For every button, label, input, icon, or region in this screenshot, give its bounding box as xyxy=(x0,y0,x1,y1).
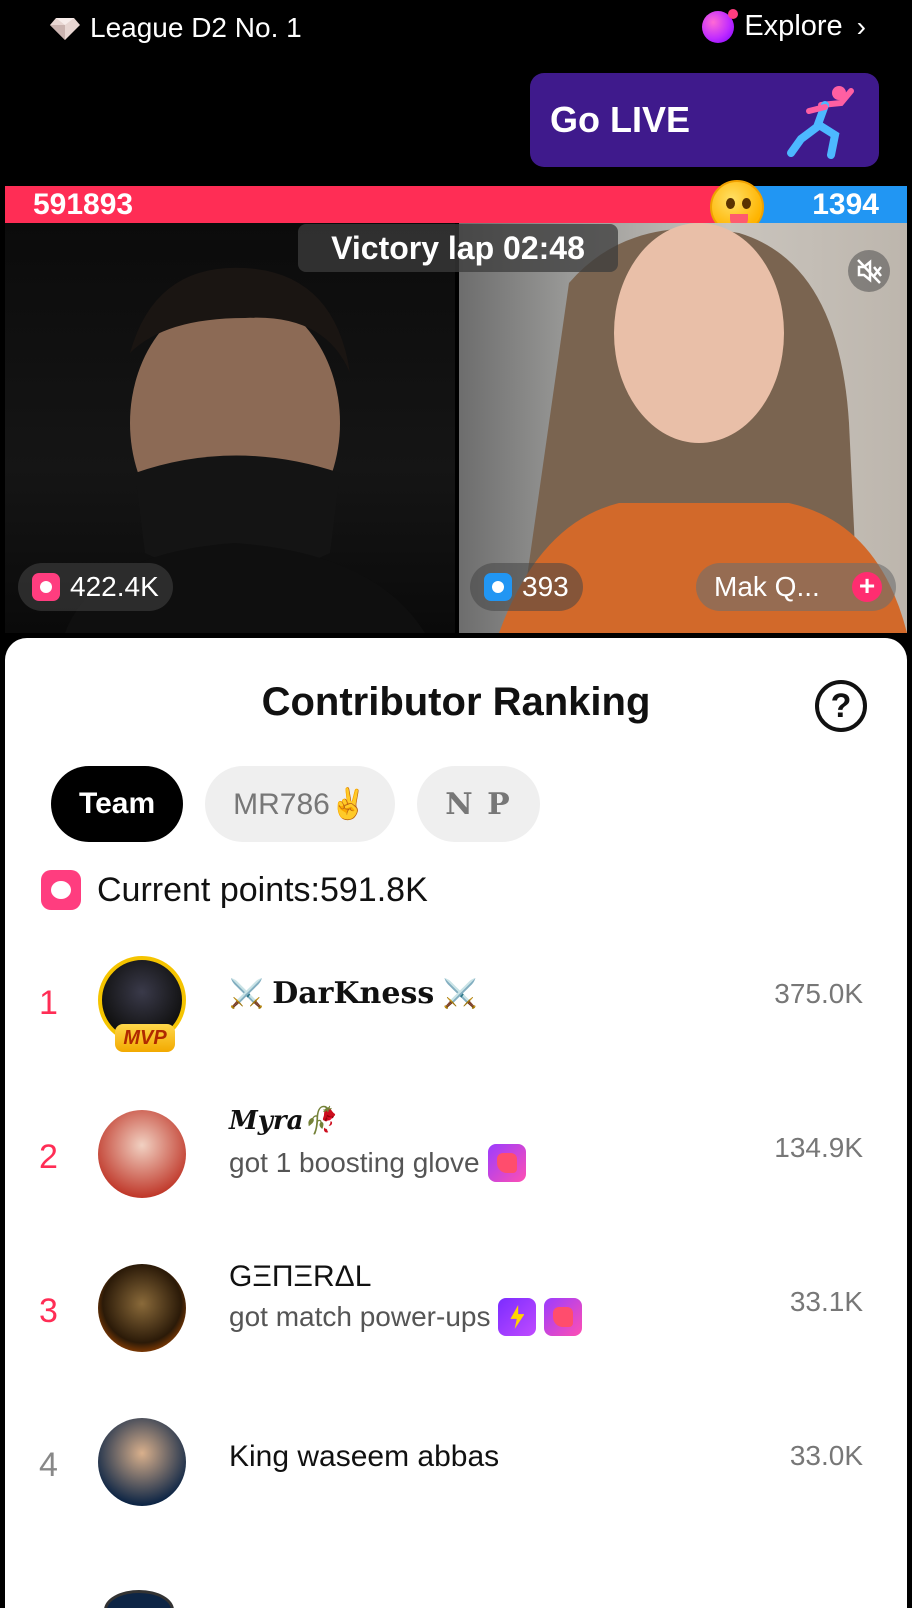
list-item[interactable]: 4 King waseem abbas 33.0K xyxy=(5,1400,907,1550)
rank-number: 1 xyxy=(39,984,58,1022)
avatar[interactable] xyxy=(98,1264,186,1352)
planet-icon xyxy=(702,8,739,43)
right-gift-counter[interactable]: 393 xyxy=(470,563,583,611)
lightning-bolt-icon xyxy=(498,1298,537,1336)
user-name: ⚔️ DarKness ⚔️ xyxy=(229,976,477,1011)
mute-icon[interactable] xyxy=(848,250,890,292)
running-figure-icon xyxy=(787,86,854,159)
left-count-label: 422.4K xyxy=(70,571,159,602)
follow-plus-icon[interactable]: + xyxy=(852,572,882,602)
contribution-value: 33.1K xyxy=(789,1286,863,1317)
go-live-button[interactable]: Go LIVE xyxy=(530,73,879,167)
left-team-score: 591893 xyxy=(5,186,721,223)
rank-number: 4 xyxy=(39,1446,58,1484)
tab-np[interactable]: N P xyxy=(417,766,540,842)
rank-number: 3 xyxy=(39,1292,58,1330)
avatar[interactable] xyxy=(98,1110,186,1198)
avatar[interactable] xyxy=(98,1418,186,1506)
opponent-user-chip[interactable]: Mak Q... + xyxy=(696,563,896,611)
mvp-badge: MVP xyxy=(115,1024,175,1052)
boosting-glove-icon xyxy=(487,1144,526,1182)
league-badge[interactable]: League D2 No. 1 xyxy=(50,12,302,44)
contribution-value: 33.0K xyxy=(789,1440,863,1471)
ranking-tabs: Team MR786✌️ N P xyxy=(51,766,540,842)
list-item[interactable]: 2 Myra🥀 got 1 boosting glove 134.9K xyxy=(5,1092,907,1242)
user-subtitle: got match power-ups xyxy=(229,1298,583,1336)
crossed-swords-icon: ⚔️ xyxy=(442,978,478,1009)
user-name: Myra🥀 xyxy=(229,1106,336,1136)
user-subtitle: got 1 boosting glove xyxy=(229,1144,526,1182)
battle-timer: Victory lap 02:48 xyxy=(298,224,618,272)
left-gift-counter[interactable]: 422.4K xyxy=(18,563,173,611)
subtitle-text: got 1 boosting glove xyxy=(229,1147,480,1178)
explore-label: Explore xyxy=(744,10,843,42)
current-points: Current points:591.8K xyxy=(41,870,428,910)
sheet-title: Contributor Ranking xyxy=(261,680,651,724)
list-item[interactable]: 3 GΞΠΞRΔL got match power-ups 33.1K xyxy=(5,1246,907,1396)
go-live-label: Go LIVE xyxy=(550,99,691,140)
subtitle-text: got match power-ups xyxy=(229,1301,491,1332)
battle-score-bar: 591893 1394 xyxy=(5,186,907,223)
diamond-icon xyxy=(50,18,80,40)
alarm-clock-icon xyxy=(484,573,512,601)
alarm-clock-icon xyxy=(32,573,60,601)
tab-team[interactable]: Team xyxy=(51,766,184,842)
help-icon[interactable]: ? xyxy=(815,680,867,732)
contribution-value: 134.9K xyxy=(774,1132,863,1163)
crossed-swords-icon: ⚔️ xyxy=(229,978,264,1009)
chevron-right-icon: › xyxy=(856,10,866,42)
top-bar: League D2 No. 1 Explore › xyxy=(0,0,912,60)
right-count-label: 393 xyxy=(522,571,569,602)
league-label: League D2 No. 1 xyxy=(90,12,302,43)
explore-button[interactable]: Explore › xyxy=(702,8,866,43)
contributor-ranking-sheet: Contributor Ranking ? Team MR786✌️ N P C… xyxy=(5,638,907,1608)
boosting-glove-icon xyxy=(544,1298,583,1336)
alarm-clock-icon xyxy=(41,870,81,910)
rank-number: 2 xyxy=(39,1138,58,1176)
user-name: GΞΠΞRΔL xyxy=(229,1260,372,1293)
contribution-value: 375.0K xyxy=(774,978,863,1009)
user-name: King waseem abbas xyxy=(229,1440,500,1473)
opponent-user-name: Mak Q... xyxy=(714,571,820,602)
list-item[interactable]: 1 MVP ⚔️ DarKness ⚔️ 375.0K xyxy=(5,938,907,1088)
current-points-label: Current points:591.8K xyxy=(97,870,428,909)
tab-mr786[interactable]: MR786✌️ xyxy=(205,766,396,842)
user-name-text: DarKness xyxy=(272,976,435,1011)
